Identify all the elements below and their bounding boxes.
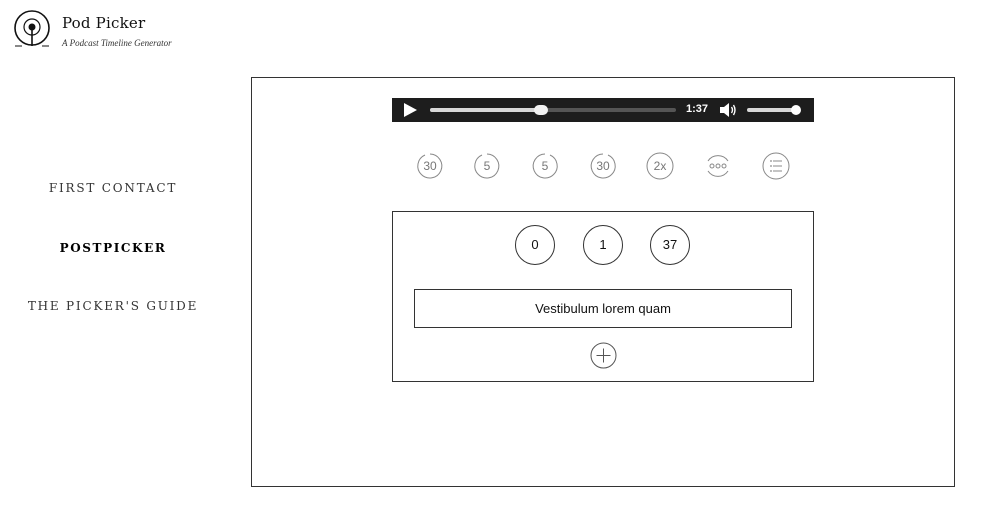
- speed-icon[interactable]: 2x: [646, 152, 674, 180]
- volume-icon[interactable]: [719, 102, 737, 118]
- progress-fill: [430, 108, 541, 112]
- speed-label: 2x: [653, 159, 667, 173]
- app-title: Pod Picker: [62, 14, 146, 32]
- rewind-5-icon[interactable]: 5: [473, 152, 501, 180]
- nav-item-first-contact[interactable]: FIRST CONTACT: [3, 181, 223, 195]
- nav-item-pickers-guide[interactable]: THE PICKER'S GUIDE: [3, 299, 223, 313]
- nav-item-postpicker[interactable]: POSTPICKER: [3, 241, 223, 255]
- forward-30-label: 30: [596, 159, 610, 173]
- volume-slider[interactable]: [747, 105, 802, 115]
- forward-5-label: 5: [541, 159, 549, 173]
- rewind-30-label: 30: [423, 159, 437, 173]
- app-subtitle: A Podcast Timeline Generator: [62, 38, 172, 48]
- audio-player: 1:37: [392, 98, 814, 122]
- progress-bar[interactable]: [430, 105, 676, 115]
- forward-5-icon[interactable]: 5: [531, 152, 559, 180]
- entry-text-field[interactable]: Vestibulum lorem quam: [414, 289, 792, 328]
- more-icon[interactable]: [704, 152, 732, 180]
- play-icon[interactable]: [402, 102, 418, 118]
- volume-thumb[interactable]: [791, 105, 802, 115]
- current-time: 1:37: [686, 103, 709, 115]
- progress-thumb[interactable]: [533, 105, 548, 115]
- forward-30-icon[interactable]: 30: [589, 152, 617, 180]
- timestamp-hours[interactable]: 0: [515, 225, 555, 265]
- timestamp-seconds[interactable]: 37: [650, 225, 690, 265]
- rewind-30-icon[interactable]: 30: [416, 152, 444, 180]
- list-icon[interactable]: [762, 152, 790, 180]
- rewind-5-label: 5: [483, 159, 491, 173]
- timestamp-minutes[interactable]: 1: [583, 225, 623, 265]
- plus-icon[interactable]: [590, 342, 617, 369]
- podcast-logo-icon: [12, 10, 52, 50]
